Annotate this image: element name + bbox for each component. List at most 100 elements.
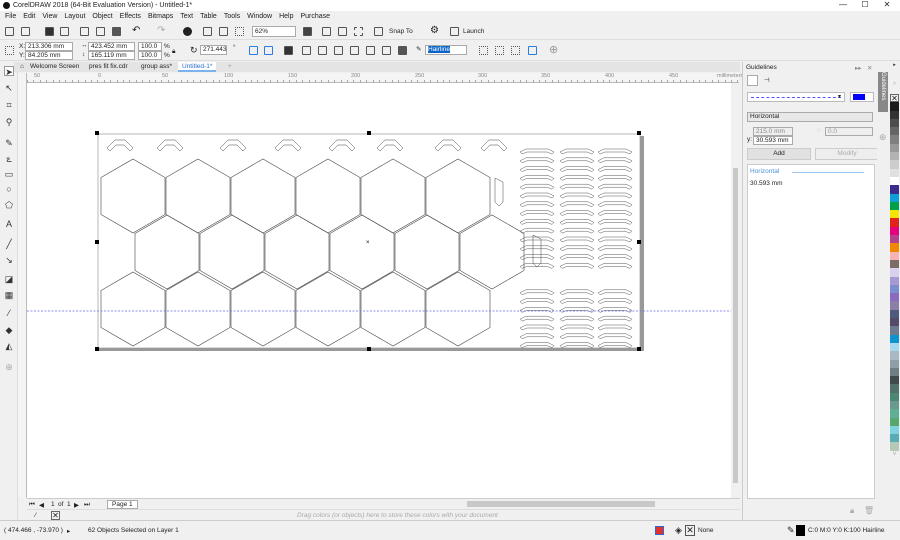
front-minus-back-icon[interactable] (366, 46, 375, 55)
menu-edit[interactable]: Edit (23, 13, 35, 20)
add-tool-icon[interactable]: ⊕ (4, 362, 14, 372)
close-button[interactable]: ✕ (880, 0, 894, 9)
color-swatch[interactable] (890, 235, 899, 244)
menu-window[interactable]: Window (247, 13, 272, 20)
new-tab-button[interactable]: + (224, 62, 236, 72)
menu-help[interactable]: Help (279, 13, 293, 20)
create-boundary-icon[interactable] (398, 46, 407, 55)
color-proofing-icon[interactable] (655, 526, 664, 535)
full-screen-icon[interactable] (303, 27, 312, 36)
save-icon[interactable] (45, 27, 54, 36)
options-gear-icon[interactable]: ⚙ (430, 25, 439, 36)
rotation-input[interactable]: 271.443 (200, 45, 227, 55)
weld-icon[interactable] (302, 46, 311, 55)
corel-connect-icon[interactable] (183, 27, 192, 36)
color-swatch[interactable] (890, 293, 899, 302)
color-swatch[interactable] (890, 301, 899, 310)
color-swatch[interactable] (890, 135, 899, 144)
redo-icon[interactable]: ↷ (157, 25, 165, 36)
lock-ratio-icon[interactable]: 🔒︎ (172, 48, 175, 56)
color-swatch[interactable] (890, 226, 899, 236)
color-swatch[interactable] (890, 276, 899, 285)
ellipse-tool-icon[interactable]: ○ (4, 184, 14, 194)
color-swatch[interactable] (890, 193, 899, 202)
artistic-media-icon[interactable]: ఽ (4, 154, 14, 164)
menu-tools[interactable]: Tools (224, 13, 240, 20)
pick-tool-icon[interactable]: ➤ (4, 66, 14, 77)
launch-icon[interactable] (450, 27, 459, 36)
menu-effects[interactable]: Effects (120, 13, 141, 20)
export-icon[interactable] (219, 27, 228, 36)
color-swatch[interactable] (890, 334, 899, 343)
no-color-swatch[interactable]: ✕ (51, 511, 60, 520)
first-page-button[interactable]: ⏮ (29, 501, 35, 509)
color-swatch[interactable] (890, 243, 899, 252)
color-swatch[interactable] (890, 284, 899, 294)
color-swatch[interactable] (890, 400, 899, 410)
color-swatch[interactable] (890, 102, 899, 111)
eyedropper-tool-icon[interactable]: ⁄ (4, 308, 14, 318)
color-swatch[interactable] (890, 376, 899, 385)
horizontal-ruler[interactable]: 50 0 50 100 150 200 250 300 350 400 450 millimeters (27, 73, 743, 83)
next-page-button[interactable]: ▶ (74, 501, 79, 509)
tab-untitled-1[interactable]: Untitled-1* (178, 62, 217, 72)
new-document-icon[interactable] (5, 27, 14, 36)
guide-x-input[interactable]: 215.0 mm (753, 127, 793, 136)
add-toolbar-icon[interactable]: ⊕ (549, 43, 558, 56)
color-swatch[interactable] (890, 367, 899, 377)
add-docker-icon[interactable]: ⊕ (879, 132, 887, 143)
import-icon[interactable] (203, 27, 212, 36)
drawing-canvas[interactable]: × (27, 83, 731, 498)
color-swatch[interactable] (890, 210, 899, 219)
x-position-input[interactable]: 213.306 mm (25, 42, 73, 51)
y-position-input[interactable]: 84.205 mm (25, 51, 73, 60)
page-1-tab[interactable]: Page 1 (107, 500, 138, 509)
menu-table[interactable]: Table (200, 13, 217, 20)
rectangle-tool-icon[interactable]: ▭ (4, 169, 14, 179)
vertical-scroll-thumb[interactable] (733, 168, 738, 483)
outline-color-swatch[interactable] (796, 525, 805, 536)
no-color-swatch[interactable]: ✕ (890, 94, 899, 103)
color-swatch[interactable] (890, 425, 899, 435)
copy-icon[interactable] (96, 27, 105, 36)
height-input[interactable]: 165.119 mm (88, 51, 135, 60)
color-swatch[interactable] (890, 168, 899, 177)
last-page-button[interactable]: ⏭ (84, 501, 90, 509)
color-swatch[interactable] (890, 176, 899, 186)
mirror-vertical-icon[interactable] (264, 46, 273, 55)
horizontal-scroll-thumb[interactable] (467, 501, 655, 507)
lock-icon[interactable]: 🔒︎ (850, 506, 854, 516)
freehand-tool-icon[interactable]: ✎ (4, 138, 14, 148)
color-swatch[interactable] (890, 409, 899, 418)
color-swatch[interactable] (890, 110, 899, 119)
drop-shadow-tool-icon[interactable]: ◪ (4, 274, 14, 284)
color-swatch[interactable] (890, 417, 899, 426)
width-input[interactable]: 423.452 mm (88, 42, 135, 51)
show-grid-icon[interactable] (338, 27, 347, 36)
scale-x-input[interactable]: 100.0 (138, 42, 162, 51)
color-swatch[interactable] (890, 326, 899, 335)
launch-dropdown[interactable]: Launch (463, 28, 484, 35)
open-icon[interactable] (21, 27, 30, 36)
color-swatch[interactable] (890, 268, 899, 277)
color-swatch[interactable] (890, 185, 899, 194)
intersect-icon[interactable] (334, 46, 343, 55)
snap-to-dropdown[interactable]: Snap To (389, 28, 413, 35)
mirror-horizontal-icon[interactable] (249, 46, 258, 55)
guide-lock-icon[interactable]: ⊣ (764, 76, 770, 84)
snap-off-icon[interactable] (374, 27, 383, 36)
palette-scroll-down-icon[interactable]: ˅ (889, 451, 900, 458)
tab-pres-fit-fix[interactable]: pres fit fix.cdr (85, 62, 132, 72)
tab-welcome-screen[interactable]: Welcome Screen (26, 62, 83, 72)
color-swatch[interactable] (890, 152, 899, 161)
object-origin-icon[interactable] (5, 46, 14, 55)
color-swatch[interactable] (890, 442, 899, 451)
menu-text[interactable]: Text (180, 13, 193, 20)
color-swatch[interactable] (890, 201, 899, 211)
guide-color-picker[interactable] (850, 92, 874, 102)
color-swatch[interactable] (890, 342, 899, 352)
menu-object[interactable]: Object (92, 13, 112, 20)
back-minus-front-icon[interactable] (382, 46, 391, 55)
guide-preset-icon[interactable] (747, 75, 758, 86)
color-swatch[interactable] (890, 392, 899, 401)
